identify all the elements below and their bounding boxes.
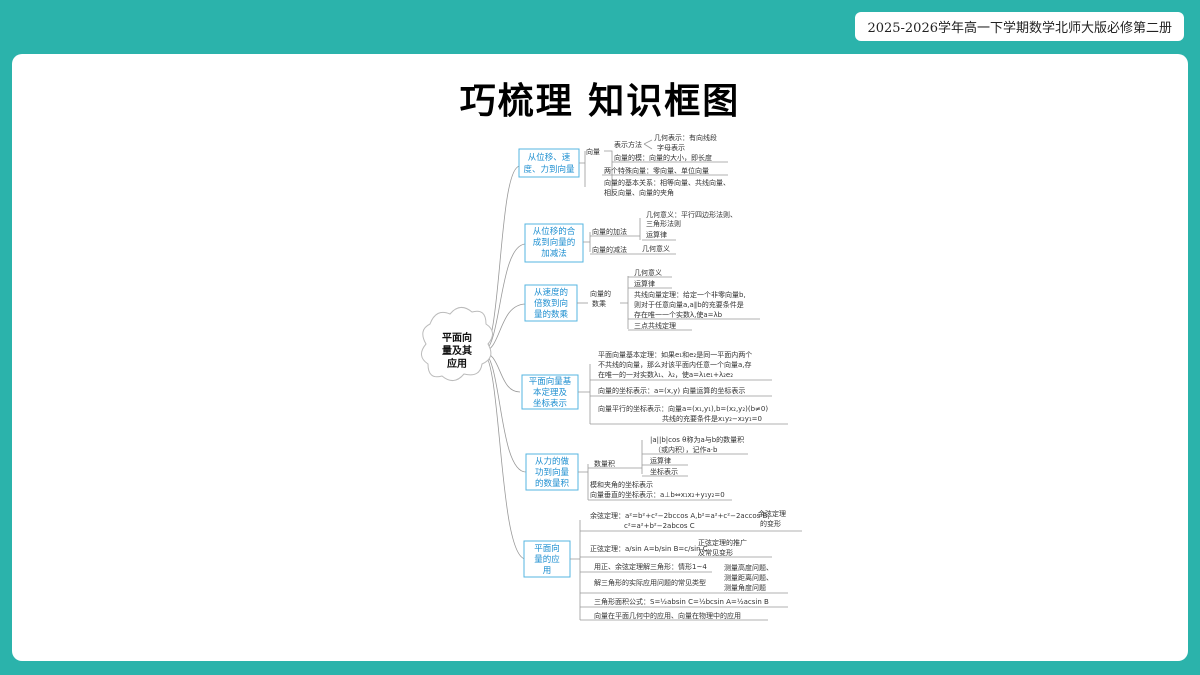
- node-three: 三点共线定理: [634, 321, 676, 330]
- branch-label: 平面向量基: [529, 376, 572, 387]
- node-add-geo: 几何意义：平行四边形法则、: [646, 210, 737, 219]
- node-cos-var: 的变形: [760, 519, 781, 528]
- branch-label: 加减法: [541, 248, 567, 259]
- branch-label: 度、力到向量: [523, 164, 575, 175]
- node-law: 运算律: [650, 456, 671, 465]
- node-def: （或内积），记作a·b: [654, 445, 718, 454]
- node-real: 解三角形的实际应用问题的常见类型: [594, 578, 706, 587]
- branch-scalar-mult: 从速度的 倍数到向 量的数乘 向量的 数乘 几何意义 运算律 共线向量定理：给定…: [524, 268, 760, 331]
- course-badge: 2025-2026学年高一下学期数学北师大版必修第二册: [855, 12, 1184, 41]
- node-rel: 相反向量、向量的夹角: [604, 188, 674, 197]
- branch-label: 量的数乘: [534, 309, 569, 320]
- node-thm: 则对于任意向量a,a∥b的充要条件是: [634, 300, 744, 309]
- branch-applications: 平面向 量的应 用 余弦定理：a²=b²+c²−2bccos A,b²=a²+c…: [523, 509, 802, 621]
- node-rel: 向量的基本关系：相等向量、共线向量、: [604, 178, 730, 187]
- branch-label: 成到向量的: [533, 237, 576, 248]
- node-basic: 在唯一的一对实数λ₁、λ₂，使a=λ₁e₁+λ₂e₂: [598, 370, 733, 379]
- node-mod: 向量的模：向量的大小，即长度: [614, 153, 712, 162]
- node-perp: 向量垂直的坐标表示：a⊥b⇔x₁x₂+y₁y₂=0: [590, 490, 725, 499]
- node-geo: 几何意义: [634, 268, 662, 277]
- node-solve: 用正、余弦定理解三角形：情形1~4: [594, 562, 707, 571]
- root-line-2: 量及其: [442, 344, 472, 357]
- node-sub: 向量的减法: [592, 245, 627, 254]
- node-op: 向量的: [590, 289, 611, 298]
- branch-label: 从位移、速: [528, 152, 571, 163]
- branch-label: 倍数到向: [534, 298, 568, 309]
- node-dot: 数量积: [594, 459, 615, 468]
- node-special: 两个特殊向量：零向量、单位向量: [604, 166, 709, 175]
- node-sin-ext: 及常见变形: [698, 548, 733, 557]
- branch-label: 本定理及: [533, 387, 568, 398]
- branch-label: 从力的做: [535, 456, 570, 467]
- node-coord: 坐标表示: [650, 467, 678, 476]
- node-law: 运算律: [634, 279, 655, 288]
- node-basic: 不共线的向量，那么对该平面内任意一个向量a,存: [598, 360, 752, 369]
- branch-vector-concept: 从位移、速 度、力到向量 向量 表示方法 几何表示：有向线段 字母表示 向量的模…: [518, 133, 730, 197]
- branch-label: 从位移的合: [533, 226, 576, 237]
- node-add: 向量的加法: [592, 227, 627, 236]
- node-real-type: 测量角度问题: [724, 583, 766, 592]
- branch-label: 从速度的: [534, 287, 568, 298]
- branch-dot-product: 从力的做 功到向量 的数量积 数量积 |a||b|cos θ称为a与b的数量积 …: [525, 435, 748, 501]
- node-vector: 向量: [586, 147, 600, 156]
- branch-label: 功到向量: [535, 467, 570, 478]
- node-coord: 向量的坐标表示：a=(x,y) 向量运算的坐标表示: [598, 386, 745, 395]
- node-par: 共线的充要条件是x₁y₂−x₂y₁=0: [662, 414, 762, 423]
- node-sin-ext: 正弦定理的推广: [698, 538, 747, 547]
- branch-label: 用: [543, 566, 552, 576]
- node-repr: 表示方法: [614, 140, 642, 149]
- node-letter: 字母表示: [657, 143, 685, 152]
- root-node: 平面向 量及其 应用: [421, 307, 493, 381]
- node-geo: 几何表示：有向线段: [654, 133, 717, 142]
- node-basic: 平面向量基本定理：如果e₁和e₂是同一平面内两个: [598, 350, 752, 359]
- branch-add-sub: 从位移的合 成到向量的 加减法 向量的加法 几何意义：平行四边形法则、 三角形法…: [524, 210, 737, 263]
- node-cos-var: 余弦定理: [758, 509, 786, 518]
- node-mod: 模和夹角的坐标表示: [590, 480, 653, 489]
- node-par: 向量平行的坐标表示：向量a=(x₁,y₁),b=(x₂,y₂)(b≠0): [598, 404, 768, 413]
- node-cos: 余弦定理：a²=b²+c²−2bccos A,b²=a²+c²−2accos B…: [590, 511, 770, 520]
- root-line-1: 平面向: [442, 331, 472, 344]
- branch-label: 的数量积: [535, 478, 570, 489]
- branch-label: 坐标表示: [533, 398, 567, 409]
- node-cos: c²=a²+b²−2abcos C: [624, 522, 695, 530]
- branch-label: 量的应: [534, 554, 560, 565]
- branch-basic-theorem: 平面向量基 本定理及 坐标表示 平面向量基本定理：如果e₁和e₂是同一平面内两个…: [521, 350, 788, 425]
- node-thm: 存在唯一一个实数λ,使a=λb: [634, 310, 723, 319]
- node-sin: 正弦定理：a/sin A=b/sin B=c/sin C: [590, 544, 708, 553]
- node-sub-geo: 几何意义: [642, 244, 670, 253]
- slide-card: 巧梳理 知识框图 平面向 量及其 应用 从位移、速 度、力到向量 向量 表示方法…: [12, 54, 1188, 661]
- node-app: 向量在平面几何中的应用、向量在物理中的应用: [594, 611, 741, 620]
- node-thm: 共线向量定理：给定一个非零向量b,: [634, 290, 746, 299]
- node-real-type: 测量距离问题、: [724, 573, 773, 582]
- node-real-type: 测量高度问题、: [724, 563, 773, 572]
- branch-label: 平面向: [534, 543, 560, 554]
- node-add-geo: 三角形法则: [646, 219, 681, 228]
- node-area: 三角形面积公式：S=½absin C=½bcsin A=½acsin B: [594, 597, 769, 606]
- knowledge-mindmap: 平面向 量及其 应用 从位移、速 度、力到向量 向量 表示方法 几何表示：有向线…: [421, 133, 802, 621]
- node-def: |a||b|cos θ称为a与b的数量积: [650, 435, 744, 444]
- node-add-law: 运算律: [646, 230, 667, 239]
- node-op: 数乘: [592, 299, 606, 308]
- root-line-3: 应用: [447, 357, 467, 370]
